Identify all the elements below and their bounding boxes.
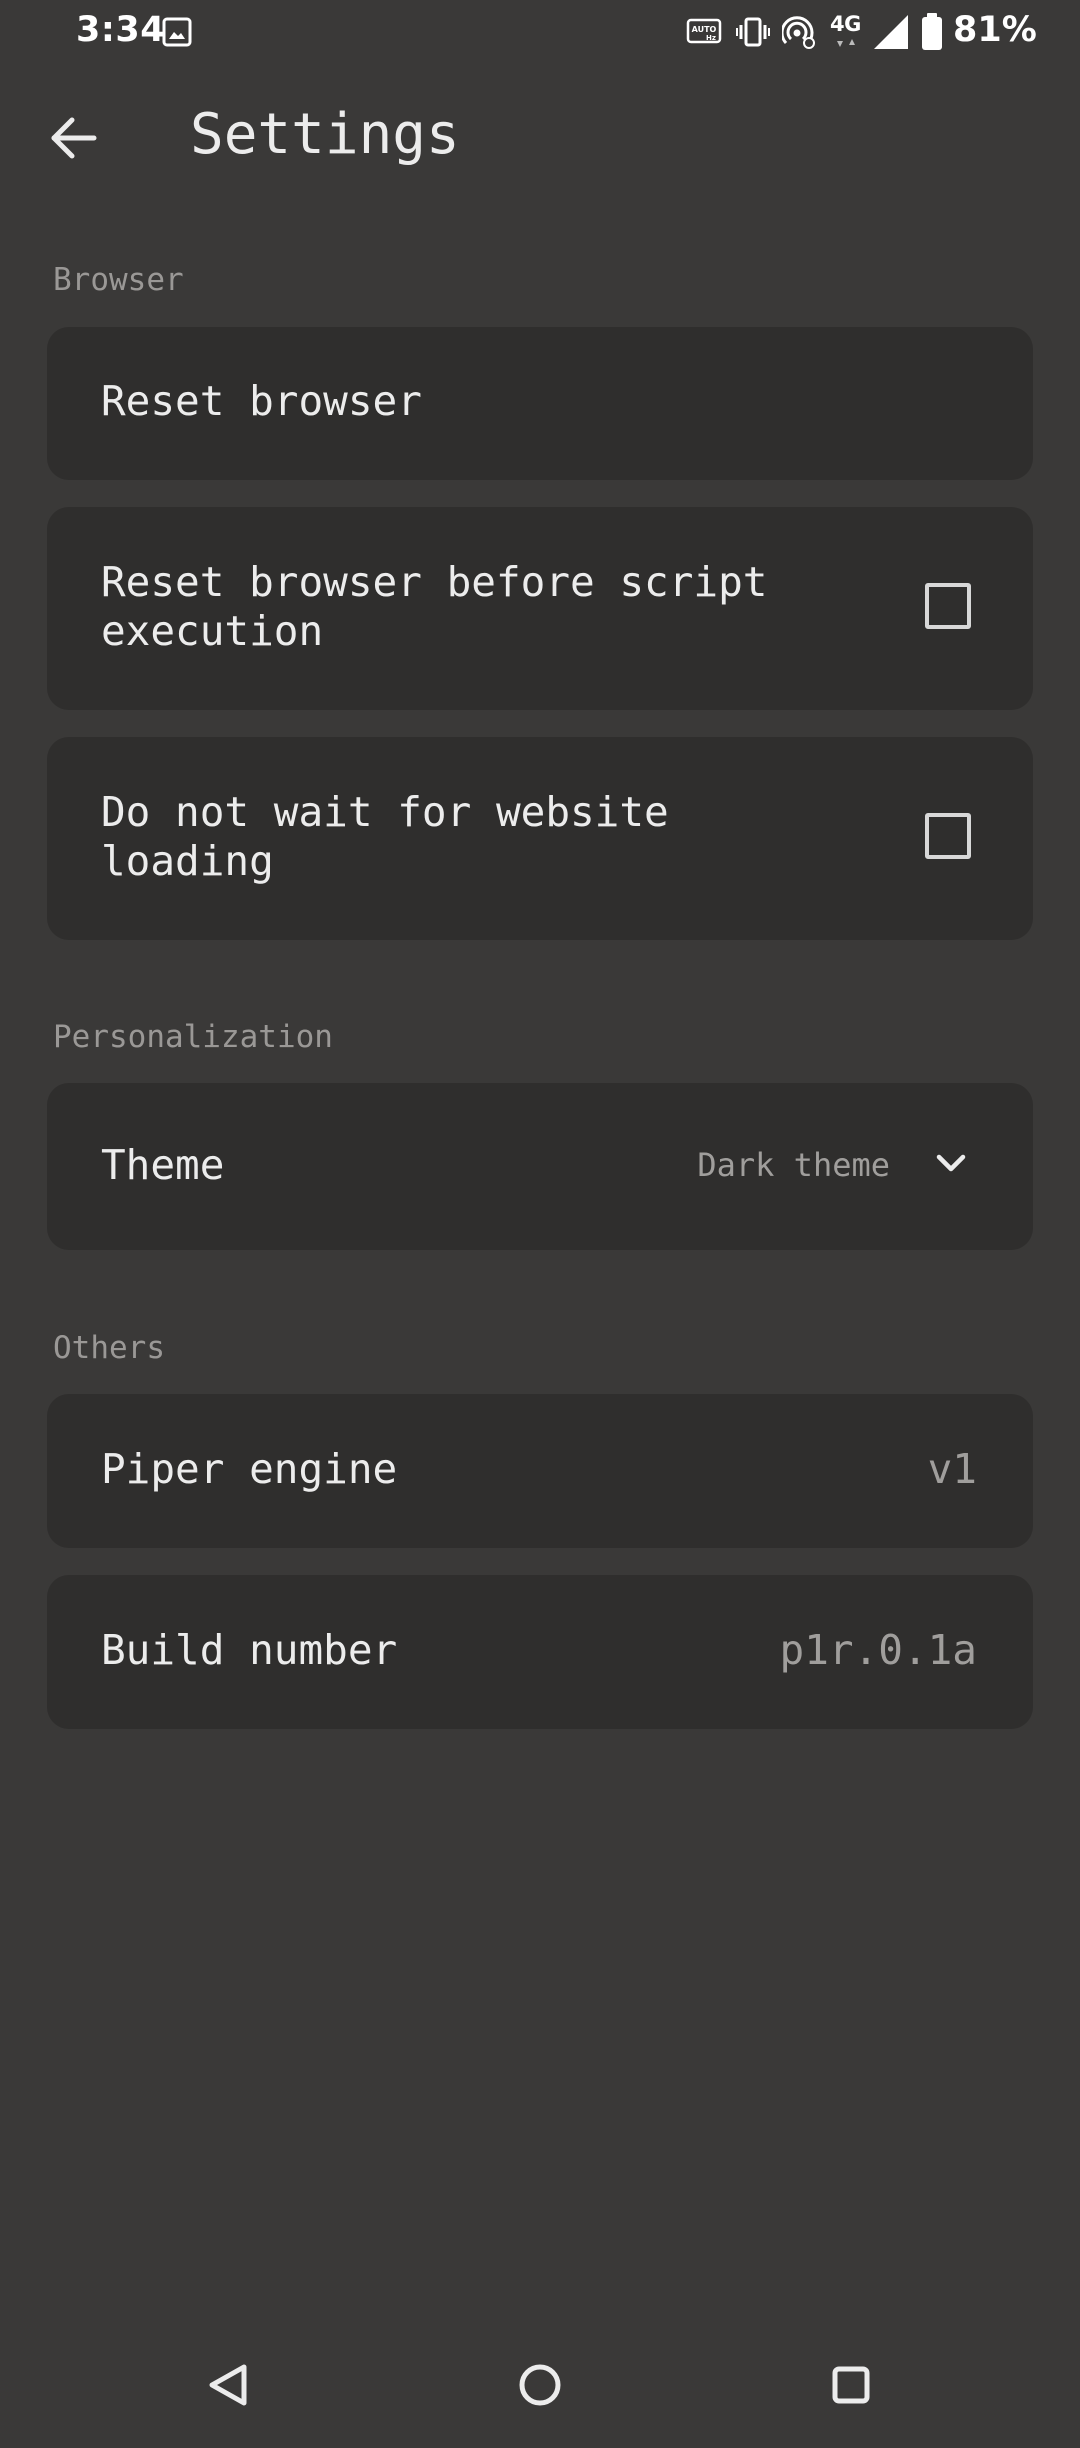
section-header-others: Others (53, 1330, 165, 1366)
svg-text:Hz: Hz (706, 34, 716, 42)
battery-icon (922, 13, 942, 50)
network-type: 4G (830, 12, 861, 36)
system-nav-bar (0, 2330, 1080, 2440)
vibrate-icon (736, 17, 770, 47)
piper-engine-label: Piper engine (101, 1445, 398, 1493)
gallery-icon (162, 17, 192, 47)
theme-dropdown-value[interactable]: Dark theme (697, 1146, 890, 1184)
recents-square-icon[interactable] (816, 2350, 886, 2420)
build-number-value: p1r.0.1a (779, 1626, 977, 1674)
theme-item[interactable]: Theme Dark theme (47, 1083, 1033, 1250)
no-wait-loading-item[interactable]: Do not wait for website loading (47, 737, 1033, 940)
no-wait-loading-label: Do not wait for website loading (101, 788, 669, 885)
reset-before-script-checkbox[interactable] (925, 583, 971, 629)
signal-icon (874, 15, 908, 49)
reset-browser-label: Reset browser (101, 377, 422, 425)
data-arrows-icon (837, 39, 855, 47)
app-bar: Settings (0, 96, 1080, 180)
status-time: 3:34 (76, 10, 166, 50)
reset-browser-item[interactable]: Reset browser (47, 327, 1033, 480)
reset-before-script-label: Reset browser before script execution (101, 558, 768, 655)
home-circle-icon[interactable] (505, 2350, 575, 2420)
auto-hz-icon: AUTO Hz (686, 18, 722, 44)
status-bar: 3:34 AUTO Hz 4G 81% (0, 0, 1080, 64)
section-header-personalization: Personalization (53, 1019, 333, 1055)
page-title: Settings (190, 102, 460, 167)
svg-text:AUTO: AUTO (692, 25, 717, 34)
reset-before-script-item[interactable]: Reset browser before script execution (47, 507, 1033, 710)
hotspot-icon (782, 16, 815, 49)
no-wait-loading-checkbox[interactable] (925, 813, 971, 859)
build-number-item: Build number p1r.0.1a (47, 1575, 1033, 1729)
piper-engine-item: Piper engine v1 (47, 1394, 1033, 1548)
battery-percentage: 81% (953, 10, 1037, 50)
back-button[interactable] (36, 110, 116, 166)
arrow-left-icon (51, 117, 97, 159)
build-number-label: Build number (101, 1626, 398, 1674)
chevron-down-icon[interactable] (931, 1143, 971, 1183)
section-header-browser: Browser (53, 262, 184, 298)
back-triangle-icon[interactable] (193, 2350, 263, 2420)
piper-engine-value: v1 (927, 1445, 977, 1493)
theme-label: Theme (101, 1141, 225, 1189)
